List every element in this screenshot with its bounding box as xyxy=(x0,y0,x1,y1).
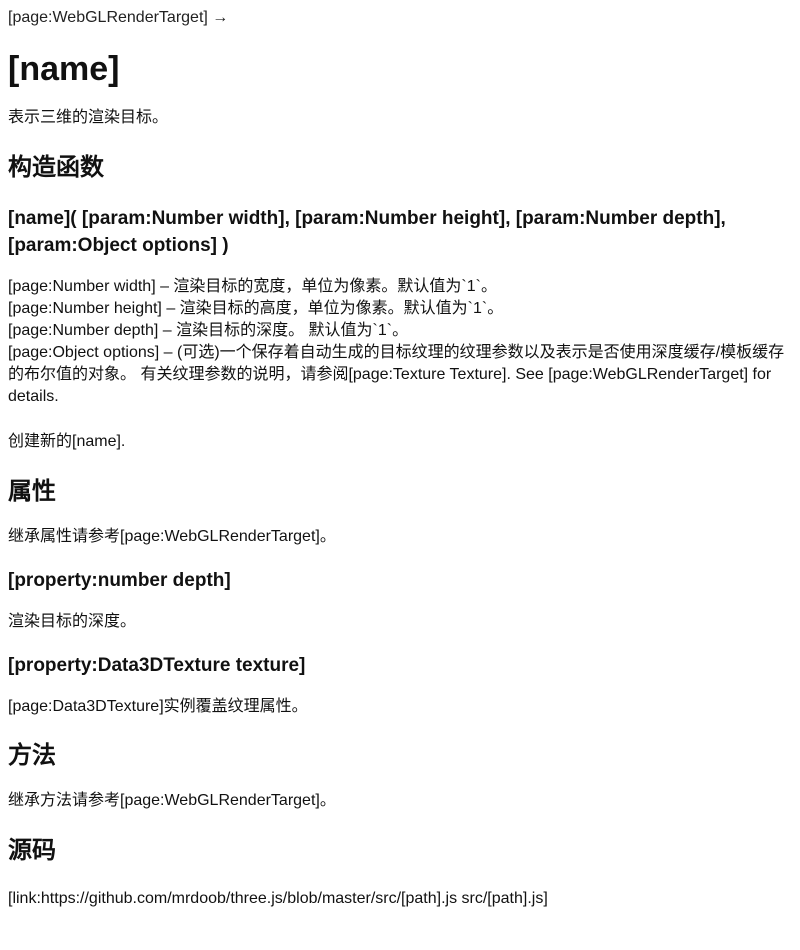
constructor-signature: [name]( [param:Number width], [param:Num… xyxy=(8,208,726,256)
intro-text: 表示三维的渲染目标。 xyxy=(8,109,169,126)
methods-inherit-text: 继承方法请参考[page:WebGLRenderTarget]。 xyxy=(8,792,336,809)
constructor-params: [page:Number width] – 渲染目标的宽度，单位为像素。默认值为… xyxy=(8,276,792,408)
properties-heading: 属性 xyxy=(8,478,56,505)
source-link[interactable]: [link:https://github.com/mrdoob/three.js… xyxy=(8,888,792,910)
param-width: [page:Number width] – 渲染目标的宽度，单位为像素。默认值为… xyxy=(8,278,497,295)
constructor-heading: 构造函数 xyxy=(8,154,104,181)
constructor-creates: 创建新的[name]. xyxy=(8,433,126,450)
property-depth-description: 渲染目标的深度。 xyxy=(8,613,137,630)
source-heading: 源码 xyxy=(8,837,56,864)
param-depth: [page:Number depth] – 渲染目标的深度。 默认值为`1`。 xyxy=(8,322,409,339)
param-options: [page:Object options] – (可选)一个保存着自动生成的目标… xyxy=(8,344,785,405)
property-depth-heading: [property:number depth] xyxy=(8,570,231,591)
methods-heading: 方法 xyxy=(8,742,56,769)
properties-inherit-text: 继承属性请参考[page:WebGLRenderTarget]。 xyxy=(8,528,336,545)
param-height: [page:Number height] – 渲染目标的高度，单位为像素。默认值… xyxy=(8,300,504,317)
page-title: [name] xyxy=(8,50,120,88)
property-texture-description: [page:Data3DTexture]实例覆盖纹理属性。 xyxy=(8,698,308,715)
breadcrumb[interactable]: [page:WebGLRenderTarget] → xyxy=(8,8,792,28)
document-page: [page:WebGLRenderTarget] → [name] 表示三维的渲… xyxy=(0,8,800,910)
property-texture-heading: [property:Data3DTexture texture] xyxy=(8,655,306,676)
